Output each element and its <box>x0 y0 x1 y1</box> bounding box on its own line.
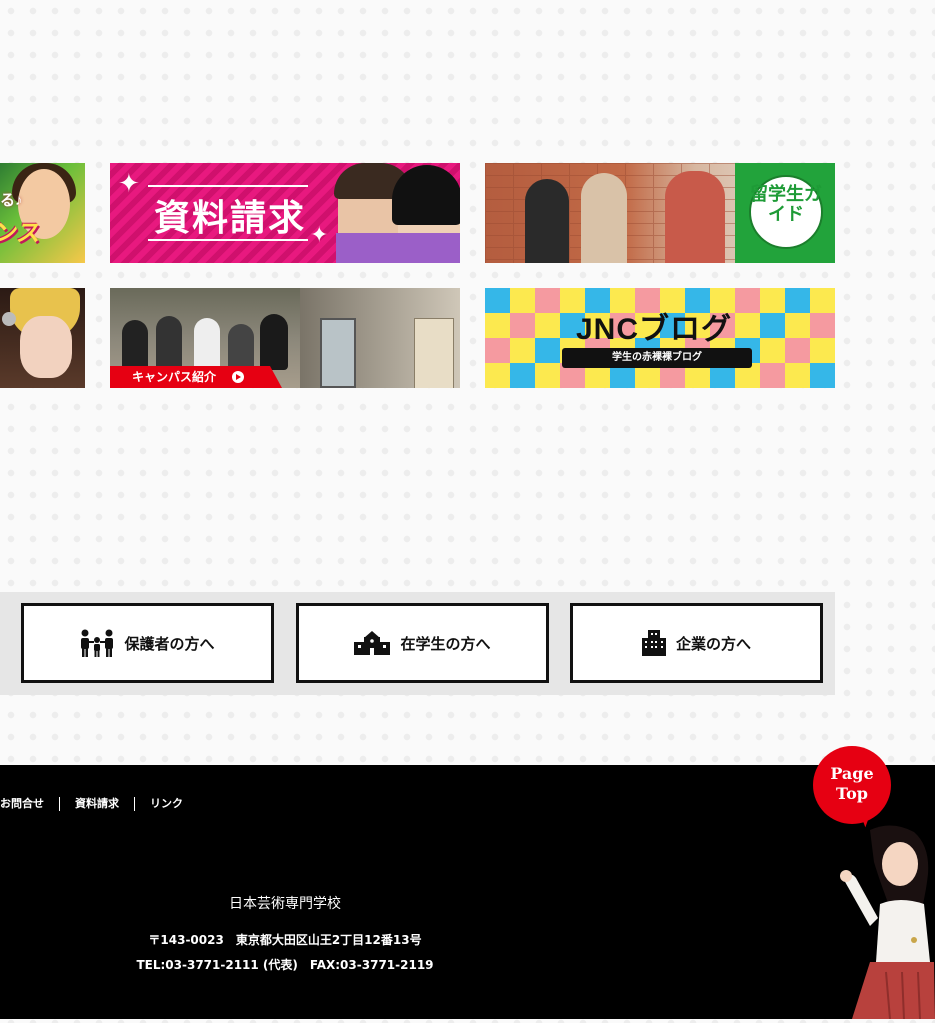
checker-cell <box>510 338 535 363</box>
sparkle-icon: ✦ <box>118 169 140 199</box>
checker-cell <box>485 363 510 388</box>
student-photo <box>122 320 148 370</box>
school-contact: TEL:03-3771-2111 (代表) FAX:03-3771-2119 <box>136 958 434 972</box>
dance-banner-text-1: る♪ <box>0 192 23 209</box>
checker-cell <box>760 313 785 338</box>
entrance-door <box>320 318 356 388</box>
checker-cell <box>760 338 785 363</box>
divider <box>148 185 308 187</box>
checker-cell <box>785 363 810 388</box>
checker-cell <box>535 338 560 363</box>
checker-cell <box>510 363 535 388</box>
for-parents-button[interactable]: 保護者の方へ <box>21 603 274 683</box>
request-materials-banner[interactable]: ✦ ✦ 資料請求 <box>110 163 460 263</box>
blog-banner-subtitle: 学生の赤裸裸ブログ <box>562 348 752 368</box>
campus-tag-label: キャンパス紹介 <box>132 370 217 384</box>
checker-cell <box>810 338 835 363</box>
student-photo <box>156 316 182 370</box>
footer-link-links[interactable]: リンク <box>134 797 198 811</box>
sparkle-icon: ✦ <box>310 223 329 248</box>
for-students-label: 在学生の方へ <box>400 634 491 653</box>
site-footer: お問合せ 資料請求 リンク 日本芸術専門学校 〒143-0023 東京都大田区山… <box>0 765 935 1019</box>
school-building-icon <box>354 631 391 655</box>
for-companies-button[interactable]: 企業の方へ <box>570 603 823 683</box>
student-photo <box>194 318 220 370</box>
international-student-guide-banner[interactable]: 留学生ガイド <box>485 163 835 263</box>
student-photo <box>581 173 627 263</box>
for-companies-label: 企業の方へ <box>675 634 751 653</box>
office-building-icon <box>641 630 666 656</box>
school-address: 〒143-0023 東京都大田区山王2丁目12番13号 <box>148 933 422 947</box>
checker-cell <box>760 288 785 313</box>
page-top-label-2: Top <box>836 784 868 803</box>
jnc-blog-banner[interactable]: JNCブログ 学生の赤裸裸ブログ <box>485 288 835 388</box>
checker-cell <box>760 363 785 388</box>
microphone-icon <box>2 312 16 326</box>
student-photo <box>665 171 725 263</box>
student-clothing <box>336 233 460 263</box>
campus-intro-banner[interactable]: キャンパス紹介 <box>110 288 460 388</box>
performer-banner[interactable] <box>0 288 85 388</box>
checker-cell <box>810 363 835 388</box>
checker-cell <box>535 313 560 338</box>
dance-banner[interactable]: る♪ ンス <box>0 163 85 263</box>
student-hair <box>392 165 460 225</box>
checker-cell <box>810 288 835 313</box>
page-top-label-1: Page <box>830 764 874 783</box>
student-photo <box>525 179 569 263</box>
play-arrow-icon <box>232 371 244 383</box>
checker-cell <box>785 288 810 313</box>
request-banner-title: 資料請求 <box>154 198 307 239</box>
blog-banner-title: JNCブログ <box>575 313 732 346</box>
performer-photo <box>20 316 72 378</box>
guide-badge-text: 留学生ガイド <box>750 184 822 225</box>
dance-banner-text-2: ンス <box>0 220 44 247</box>
checker-cell <box>485 313 510 338</box>
page-top-button[interactable]: Page Top <box>813 746 891 824</box>
checker-cell <box>785 338 810 363</box>
checker-cell <box>485 338 510 363</box>
footer-link-contact[interactable]: お問合せ <box>0 797 59 811</box>
footer-link-request[interactable]: 資料請求 <box>59 797 134 811</box>
for-students-button[interactable]: 在学生の方へ <box>296 603 549 683</box>
student-photo <box>260 314 288 370</box>
footer-nav: お問合せ 資料請求 リンク <box>0 797 198 811</box>
checker-cell <box>785 313 810 338</box>
checker-cell <box>510 288 535 313</box>
for-parents-label: 保護者の方へ <box>124 634 215 653</box>
checker-cell <box>510 313 535 338</box>
theater-sign <box>414 318 454 388</box>
school-name: 日本芸術専門学校 <box>229 896 341 912</box>
checker-cell <box>535 288 560 313</box>
student-photo <box>228 324 254 370</box>
mascot-girl-illustration <box>830 822 935 1020</box>
checker-cell <box>485 288 510 313</box>
family-icon <box>80 629 114 657</box>
audience-links-bar: 保護者の方へ 在学生の方へ 企業の方へ <box>0 592 835 695</box>
checker-cell <box>810 313 835 338</box>
checker-cell <box>535 363 560 388</box>
